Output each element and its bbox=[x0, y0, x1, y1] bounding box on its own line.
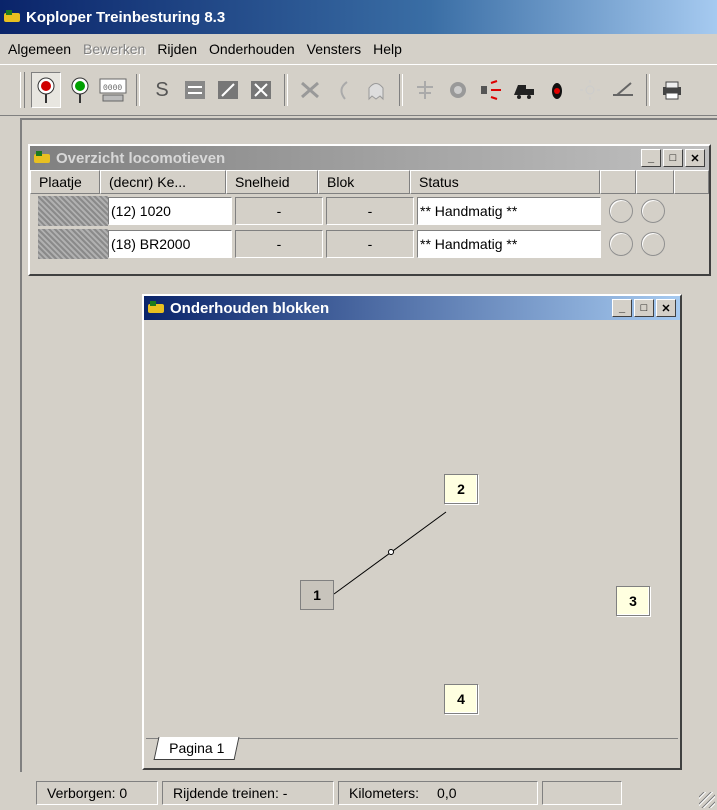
toolbar-separator bbox=[399, 74, 403, 106]
ghost-icon[interactable] bbox=[362, 73, 390, 107]
blocks-maintenance-window[interactable]: Onderhouden blokken _ □ ✕ 1 2 3 4 Pagina… bbox=[142, 294, 682, 770]
tools-icon[interactable] bbox=[296, 73, 324, 107]
loco-window-titlebar[interactable]: Overzicht locomotieven _ □ ✕ bbox=[30, 146, 709, 170]
loco-status: ** Handmatig ** bbox=[417, 196, 601, 225]
column-header-extra-3 bbox=[674, 170, 709, 194]
loco-name: (18) BR2000 bbox=[108, 229, 232, 258]
menu-help[interactable]: Help bbox=[367, 41, 408, 57]
curve-icon[interactable] bbox=[329, 73, 357, 107]
sound-icon[interactable] bbox=[477, 73, 505, 107]
column-header-status[interactable]: Status bbox=[410, 170, 600, 194]
maximize-button[interactable]: □ bbox=[634, 299, 654, 317]
status-kilometers: Kilometers: 0,0 bbox=[338, 781, 538, 805]
close-button[interactable]: ✕ bbox=[685, 149, 705, 167]
window-train-icon bbox=[34, 151, 52, 165]
loco-picture bbox=[38, 228, 108, 259]
toolbar-separator bbox=[284, 74, 288, 106]
toolbar: 0000 S bbox=[0, 64, 717, 116]
turnout-icon[interactable] bbox=[609, 73, 637, 107]
toolbar-grip[interactable] bbox=[20, 72, 25, 108]
block-4[interactable]: 4 bbox=[444, 684, 478, 714]
sun-icon[interactable] bbox=[576, 73, 604, 107]
loco-function-button[interactable] bbox=[641, 231, 665, 256]
column-header-naam[interactable]: (decnr) Ke... bbox=[100, 170, 226, 194]
edit-block-icon[interactable] bbox=[214, 73, 242, 107]
window-train-icon bbox=[148, 301, 166, 315]
loco-block: - bbox=[326, 196, 414, 225]
loco-table-header: Plaatje (decnr) Ke... Snelheid Blok Stat… bbox=[30, 170, 709, 194]
app-title: Koploper Treinbesturing 8.3 bbox=[26, 8, 226, 26]
s-icon[interactable]: S bbox=[148, 73, 176, 107]
loco-block: - bbox=[326, 229, 414, 258]
resize-grip[interactable] bbox=[699, 792, 715, 808]
menubar: Algemeen Bewerken Rijden Onderhouden Ven… bbox=[0, 34, 717, 64]
statusbar: Verborgen: 0 Rijdende treinen: - Kilomet… bbox=[0, 776, 717, 810]
toolbar-separator bbox=[136, 74, 140, 106]
tab-pagina-1[interactable]: Pagina 1 bbox=[153, 737, 240, 760]
status-riding-trains: Rijdende treinen: - bbox=[162, 781, 334, 805]
blocks-window-title: Onderhouden blokken bbox=[170, 299, 330, 317]
loco-address-text: 0000 bbox=[103, 84, 122, 93]
stop-light-icon[interactable] bbox=[543, 73, 571, 107]
tab-label: Pagina 1 bbox=[169, 740, 225, 756]
signal-green-icon[interactable] bbox=[66, 73, 94, 107]
block-2[interactable]: 2 bbox=[444, 474, 478, 504]
sensor-icon[interactable] bbox=[444, 73, 472, 107]
toolbar-separator bbox=[646, 74, 650, 106]
loco-speed: - bbox=[235, 196, 323, 225]
column-header-snelheid[interactable]: Snelheid bbox=[226, 170, 318, 194]
block-3[interactable]: 3 bbox=[616, 586, 650, 616]
block-icon[interactable] bbox=[181, 73, 209, 107]
mdi-workspace: Overzicht locomotieven _ □ ✕ Plaatje (de… bbox=[20, 118, 717, 772]
locomotive-icon[interactable] bbox=[510, 73, 538, 107]
menu-algemeen[interactable]: Algemeen bbox=[2, 41, 77, 57]
block-canvas[interactable]: 1 2 3 4 bbox=[146, 322, 678, 730]
status-empty bbox=[542, 781, 622, 805]
column-header-extra-2 bbox=[636, 170, 674, 194]
minimize-button[interactable]: _ bbox=[641, 149, 661, 167]
minimize-button[interactable]: _ bbox=[612, 299, 632, 317]
kilometers-label: Kilometers: bbox=[349, 785, 420, 801]
loco-name: (12) 1020 bbox=[108, 196, 232, 225]
menu-rijden[interactable]: Rijden bbox=[151, 41, 203, 57]
column-header-plaatje[interactable]: Plaatje bbox=[30, 170, 100, 194]
loco-function-button[interactable] bbox=[641, 198, 665, 223]
table-row[interactable]: (12) 1020 - - ** Handmatig ** bbox=[30, 194, 709, 227]
loco-window-title: Overzicht locomotieven bbox=[56, 149, 226, 167]
menu-vensters[interactable]: Vensters bbox=[301, 41, 367, 57]
print-icon[interactable] bbox=[658, 73, 686, 107]
loco-status: ** Handmatig ** bbox=[417, 229, 601, 258]
close-button[interactable]: ✕ bbox=[656, 299, 676, 317]
signal-red-icon[interactable] bbox=[31, 72, 61, 108]
loco-speed: - bbox=[235, 229, 323, 258]
crossing-icon[interactable] bbox=[411, 73, 439, 107]
app-train-icon bbox=[4, 10, 22, 24]
connection-node bbox=[388, 549, 394, 555]
loco-overview-window[interactable]: Overzicht locomotieven _ □ ✕ Plaatje (de… bbox=[28, 144, 711, 276]
block-connection-layer bbox=[333, 511, 447, 595]
column-header-blok[interactable]: Blok bbox=[318, 170, 410, 194]
loco-picture bbox=[38, 195, 108, 226]
table-row[interactable]: (18) BR2000 - - ** Handmatig ** bbox=[30, 227, 709, 260]
maximize-button[interactable]: □ bbox=[663, 149, 683, 167]
status-hidden: Verborgen: 0 bbox=[36, 781, 158, 805]
delete-block-icon[interactable] bbox=[247, 73, 275, 107]
locomotive-address-icon[interactable]: 0000 bbox=[99, 73, 127, 107]
menu-onderhouden[interactable]: Onderhouden bbox=[203, 41, 301, 57]
column-header-extra-1 bbox=[600, 170, 636, 194]
loco-function-button[interactable] bbox=[609, 231, 633, 256]
app-titlebar[interactable]: Koploper Treinbesturing 8.3 bbox=[0, 0, 717, 34]
menu-bewerken[interactable]: Bewerken bbox=[77, 41, 151, 57]
blocks-window-titlebar[interactable]: Onderhouden blokken _ □ ✕ bbox=[144, 296, 680, 320]
loco-function-button[interactable] bbox=[609, 198, 633, 223]
kilometers-value: 0,0 bbox=[437, 785, 457, 801]
block-1[interactable]: 1 bbox=[300, 580, 334, 610]
page-tabstrip: Pagina 1 bbox=[146, 737, 678, 766]
